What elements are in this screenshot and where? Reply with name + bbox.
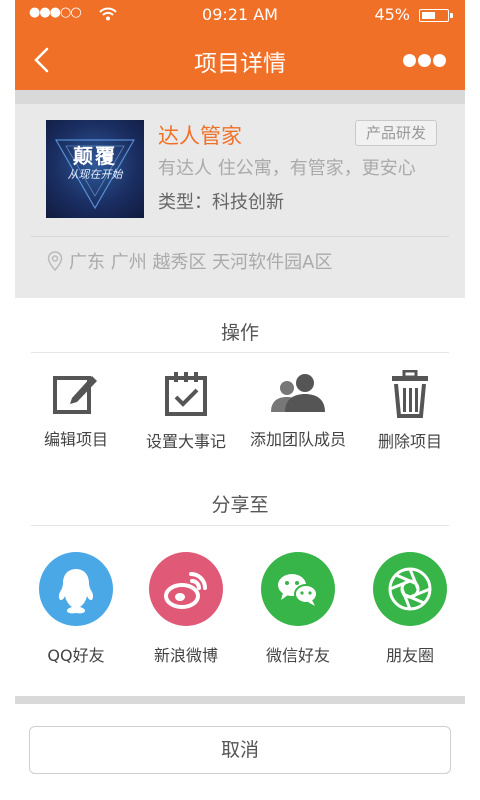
action-label: 设置大事记 <box>145 432 226 451</box>
location-text: 广东 广州 越秀区 天河软件园A区 <box>69 252 333 273</box>
moments-icon <box>373 552 447 626</box>
share-title: 分享至 <box>211 494 269 516</box>
trash-icon <box>392 370 428 418</box>
more-button[interactable] <box>403 52 449 68</box>
project-slogan: 有达人 住公寓，有管家，更安心 <box>158 158 416 179</box>
share-weibo-button[interactable]: 新浪微博 <box>131 552 241 666</box>
divider <box>31 236 449 237</box>
battery-icon <box>419 9 453 22</box>
battery-percent: 45% <box>374 5 410 24</box>
add-team-member-button[interactable]: 添加团队成员 <box>243 370 353 450</box>
thumbnail-title: 颠覆 <box>73 144 117 168</box>
project-header-area: 颠覆 从现在开始 达人管家 产品研发 有达人 住公寓，有管家，更安心 类型：科技… <box>15 90 465 298</box>
status-bar: ●●●○○ 09:21 AM 45% <box>15 0 465 30</box>
dot <box>433 54 446 67</box>
share-wechat-button[interactable]: 微信好友 <box>243 552 353 666</box>
calendar-check-icon <box>165 372 207 416</box>
thumbnail-subtitle: 从现在开始 <box>67 168 123 181</box>
share-label: QQ好友 <box>47 646 105 665</box>
location-pin-icon <box>47 251 63 276</box>
wechat-icon <box>261 552 335 626</box>
share-label: 朋友圈 <box>385 646 434 665</box>
share-label: 新浪微博 <box>153 646 218 665</box>
action-sheet: 操作 编辑项目 设置大事记 添加团队成员 删除项目 分享至 QQ好友 新浪微博 … <box>15 298 465 800</box>
qq-icon <box>39 552 113 626</box>
edit-icon <box>53 376 97 414</box>
battery-fill <box>422 12 435 19</box>
page-title: 项目详情 <box>194 51 286 77</box>
project-location: 广东 广州 越秀区 天河软件园A区 <box>47 248 332 276</box>
project-tag: 产品研发 <box>354 120 437 146</box>
set-milestone-button[interactable]: 设置大事记 <box>131 370 241 452</box>
delete-project-button[interactable]: 删除项目 <box>355 370 465 452</box>
divider <box>31 525 449 526</box>
project-name: 达人管家 <box>158 124 242 148</box>
sheet-separator <box>15 696 465 704</box>
edit-project-button[interactable]: 编辑项目 <box>21 370 131 450</box>
divider-strip <box>15 90 465 104</box>
action-label: 编辑项目 <box>43 430 108 449</box>
share-label: 微信好友 <box>265 646 330 665</box>
cancel-button[interactable]: 取消 <box>29 726 451 774</box>
project-type: 类型：科技创新 <box>158 192 284 213</box>
dot <box>418 54 431 67</box>
team-icon <box>271 374 325 412</box>
divider <box>31 352 449 353</box>
weibo-icon <box>149 552 223 626</box>
dot <box>403 54 416 67</box>
share-qq-button[interactable]: QQ好友 <box>21 552 131 666</box>
operations-title: 操作 <box>220 322 259 344</box>
project-card[interactable]: 颠覆 从现在开始 达人管家 产品研发 有达人 住公寓，有管家，更安心 类型：科技… <box>15 104 465 298</box>
nav-bar: 项目详情 <box>15 30 465 90</box>
project-thumbnail: 颠覆 从现在开始 <box>46 120 144 218</box>
share-moments-button[interactable]: 朋友圈 <box>355 552 465 666</box>
action-label: 添加团队成员 <box>249 430 346 449</box>
action-label: 删除项目 <box>377 432 442 451</box>
